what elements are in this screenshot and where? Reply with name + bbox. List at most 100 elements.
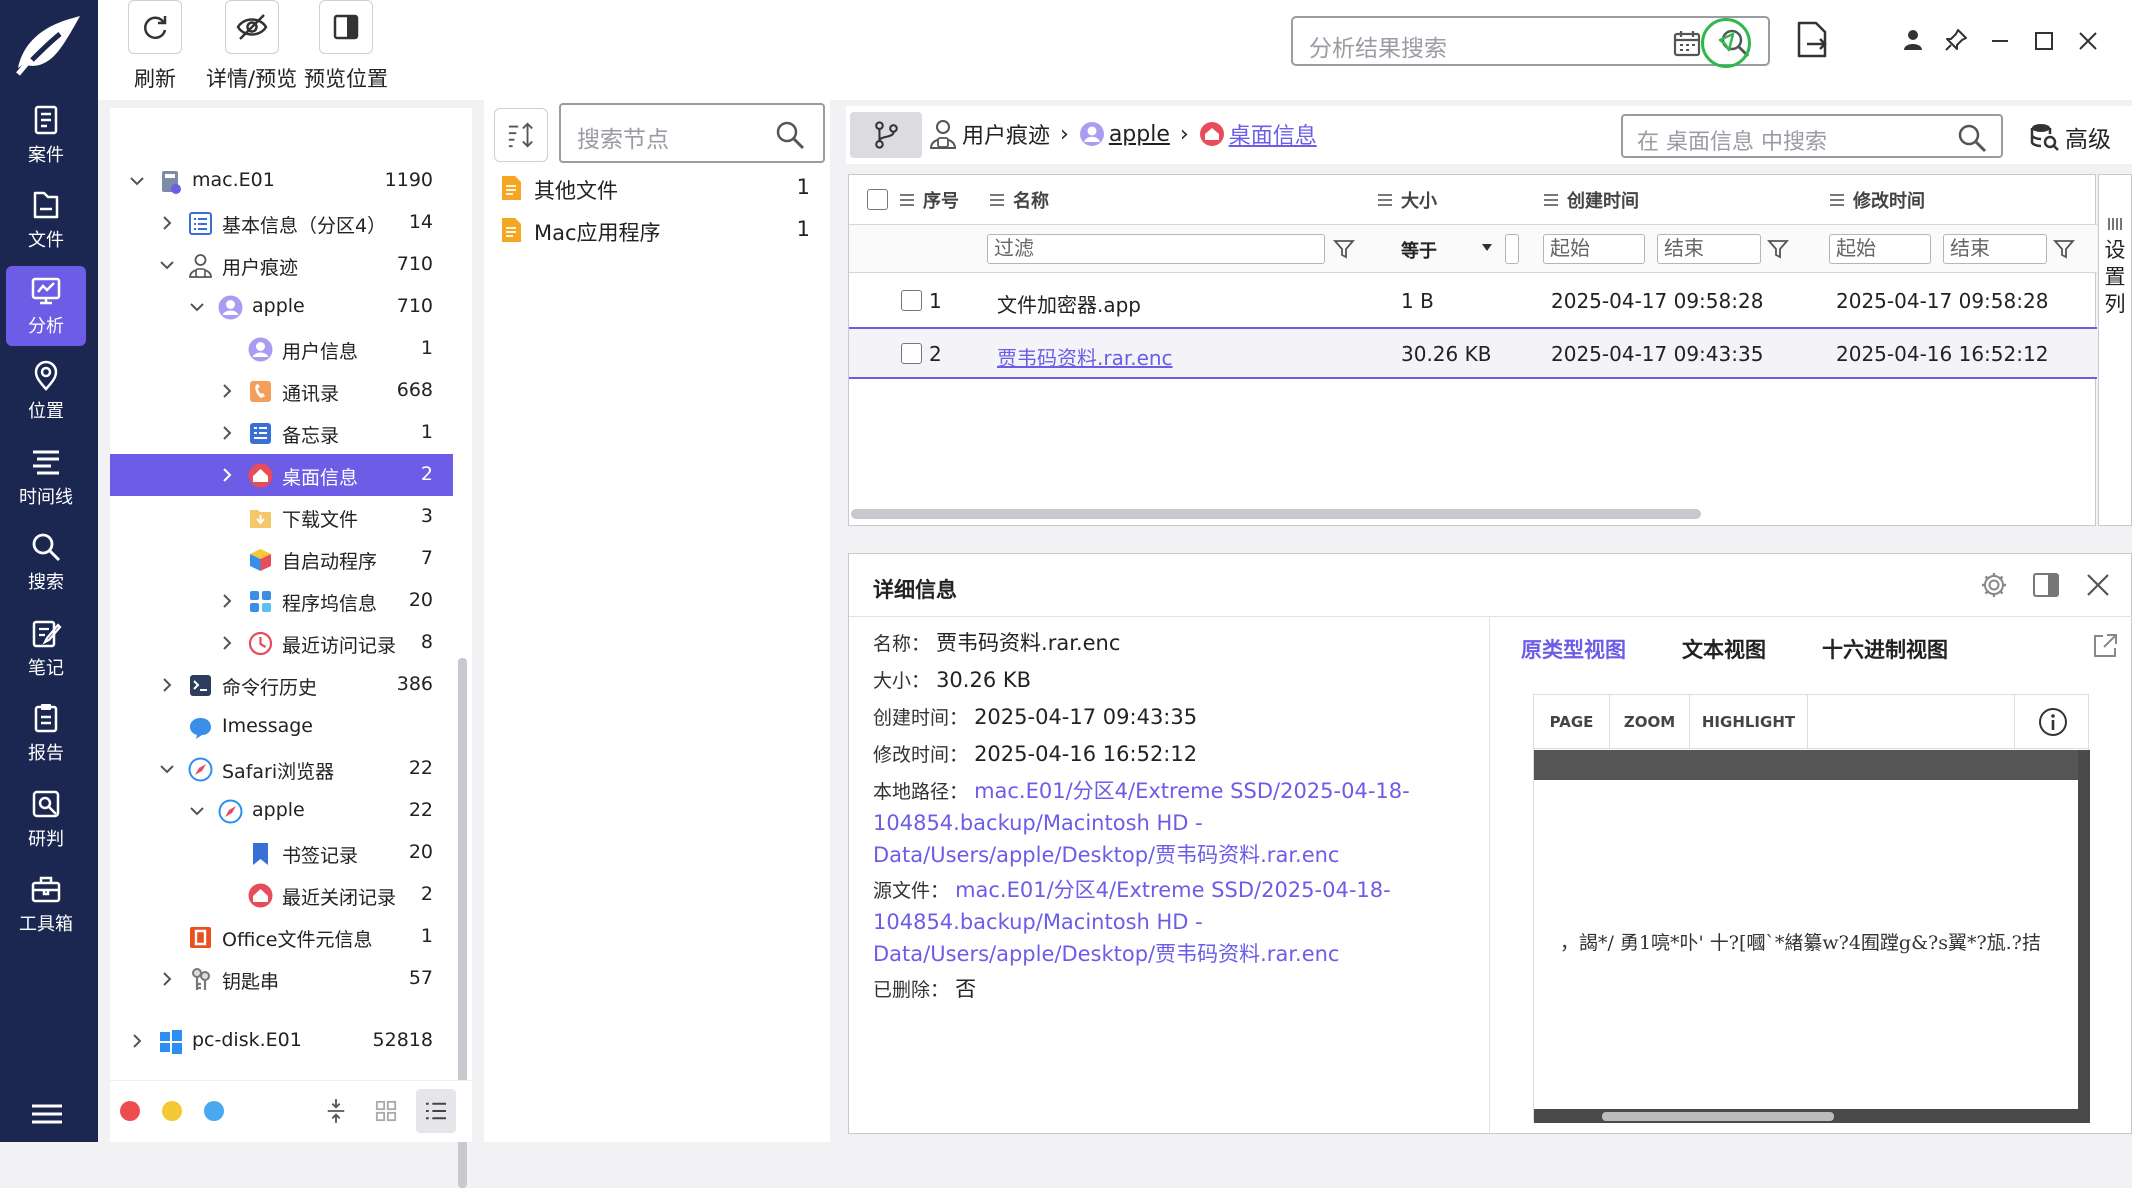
chevron-right-icon[interactable] [218,634,236,652]
tree-item[interactable]: 基本信息（分区4） 14 [110,202,453,244]
nav-item-report[interactable]: 报告 [6,694,86,774]
chevron-down-icon[interactable] [1481,243,1493,253]
column-modified[interactable]: 修改时间 [1829,175,1925,225]
nav-item-note[interactable]: 笔记 [6,608,86,688]
nav-item-timeline[interactable]: 时间线 [6,437,86,517]
gear-icon[interactable] [1979,570,2009,600]
tree-item[interactable]: 钥匙串 57 [110,958,453,1000]
nav-item-case[interactable]: 案件 [6,95,86,175]
tree-item[interactable]: 通讯录 668 [110,370,453,412]
tab-native-view[interactable]: 原类型视图 [1521,634,1626,664]
viewer-vertical-scrollbar[interactable] [2078,750,2090,1123]
chevron-right-icon[interactable] [128,1032,146,1050]
column-created[interactable]: 创建时间 [1543,175,1639,225]
tree-item[interactable]: 用户痕迹 710 [110,244,453,286]
minimize-icon[interactable] [1990,31,2010,51]
row-name[interactable]: 贾韦码资料.rar.enc [997,342,1173,371]
search-icon[interactable] [1957,123,1987,153]
column-name[interactable]: 名称 [989,175,1049,225]
nav-item-analysis[interactable]: 分析 [6,266,86,346]
pin-icon[interactable] [1944,28,1968,52]
modified-start-input[interactable]: 起始 [1829,234,1931,264]
tree-item[interactable]: 程序坞信息 20 [110,580,453,622]
node-search-input[interactable]: 搜索节点 [559,103,825,163]
yellow-filter-dot[interactable] [162,1101,182,1121]
tree-item[interactable]: 最近访问记录 8 [110,622,453,664]
column-size[interactable]: 大小 [1377,175,1437,225]
zoom-button[interactable]: ZOOM [1610,695,1690,749]
breadcrumb-desktop-info[interactable]: 桌面信息 [1229,118,1317,150]
tab-hex-view[interactable]: 十六进制视图 [1822,634,1948,664]
page-button[interactable]: PAGE [1534,695,1610,749]
tree-item[interactable]: 最近关闭记录 2 [110,874,453,916]
viewer-horizontal-scrollbar[interactable] [1602,1112,1834,1121]
tree-item[interactable]: 书签记录 20 [110,832,453,874]
tree-item[interactable]: 备忘录 1 [110,412,453,454]
panel-right-icon[interactable] [2031,570,2061,600]
chevron-down-icon[interactable] [158,760,176,778]
tree-item[interactable]: Imessage [110,706,453,748]
chevron-right-icon[interactable] [218,466,236,484]
chevron-right-icon[interactable] [218,382,236,400]
detail-preview-button[interactable]: 详情/预览 [206,0,297,93]
chevron-down-icon[interactable] [158,256,176,274]
column-index[interactable]: 序号 [899,175,959,225]
red-filter-dot[interactable] [120,1101,140,1121]
calendar-icon[interactable] [1672,28,1702,58]
local-path-link[interactable]: mac.E01/分区4/Extreme SSD/2025-04-18- [974,779,1410,803]
tree-item[interactable]: Office文件元信息 1 [110,916,453,958]
filter-icon[interactable] [1333,238,1355,260]
table-search-input[interactable]: 在 桌面信息 中搜索 [1621,114,2003,158]
list-view-button[interactable] [416,1089,456,1133]
branch-view-button[interactable] [850,112,922,158]
maximize-icon[interactable] [2034,31,2054,51]
chevron-down-icon[interactable] [128,172,146,190]
breadcrumb-user-trace[interactable]: 用户痕迹 [962,118,1050,150]
tree-item[interactable]: 下载文件 3 [110,496,453,538]
size-operator-select[interactable]: 等于 [1401,237,1437,263]
created-start-input[interactable]: 起始 [1543,234,1645,264]
highlight-button[interactable]: HIGHLIGHT [1690,695,1808,749]
tree-item[interactable]: apple 710 [110,286,453,328]
collapse-all-button[interactable] [316,1089,356,1133]
select-all-checkbox[interactable] [867,189,888,210]
row-name[interactable]: 文件加密器.app [997,289,1141,318]
tab-text-view[interactable]: 文本视图 [1682,634,1766,664]
close-icon[interactable] [2078,31,2098,51]
created-end-input[interactable]: 结束 [1657,234,1761,264]
nav-item-search[interactable]: 搜索 [6,523,86,603]
node-item-mac-apps[interactable]: Mac应用程序 1 [494,210,824,250]
nav-item-location[interactable]: 位置 [6,352,86,432]
table-horizontal-scrollbar[interactable] [851,509,1701,519]
size-value-input[interactable] [1505,234,1519,264]
tree-item[interactable]: 桌面信息 2 [110,454,453,496]
row-checkbox[interactable] [901,343,922,364]
analysis-search-input[interactable]: 分析结果搜索 [1291,16,1770,66]
blue-filter-dot[interactable] [204,1101,224,1121]
chevron-down-icon[interactable] [188,802,206,820]
refresh-button[interactable]: 刷新 [128,0,182,93]
source-file-link[interactable]: mac.E01/分区4/Extreme SSD/2025-04-18- [955,878,1391,902]
column-settings-button[interactable]: 设 置 列 [2098,174,2132,526]
info-button[interactable] [2014,695,2090,749]
tree-item[interactable]: mac.E01 1190 [110,160,453,202]
chevron-right-icon[interactable] [158,214,176,232]
table-row-selected[interactable]: 2 贾韦码资料.rar.enc 30.26 KB 2025-04-17 09:4… [849,327,2097,379]
nav-item-judge[interactable]: 研判 [6,779,86,859]
chevron-right-icon[interactable] [158,970,176,988]
tree-item[interactable]: Safari浏览器 22 [110,748,453,790]
node-item-other-files[interactable]: 其他文件 1 [494,168,824,208]
nav-item-file[interactable]: 文件 [6,181,86,261]
chevron-down-icon[interactable] [188,298,206,316]
tree-item[interactable]: pc-disk.E01 52818 [110,1020,453,1062]
modified-end-input[interactable]: 结束 [1943,234,2047,264]
chevron-right-icon[interactable] [218,424,236,442]
chevron-right-icon[interactable] [158,676,176,694]
preview-position-button[interactable]: 预览位置 [304,0,388,93]
nav-item-toolbox[interactable]: 工具箱 [6,865,86,945]
close-icon[interactable] [2085,572,2111,598]
breadcrumb-apple[interactable]: apple [1109,122,1170,147]
search-icon[interactable] [775,120,805,150]
sort-button[interactable] [494,108,548,162]
menu-icon[interactable] [30,1103,64,1125]
